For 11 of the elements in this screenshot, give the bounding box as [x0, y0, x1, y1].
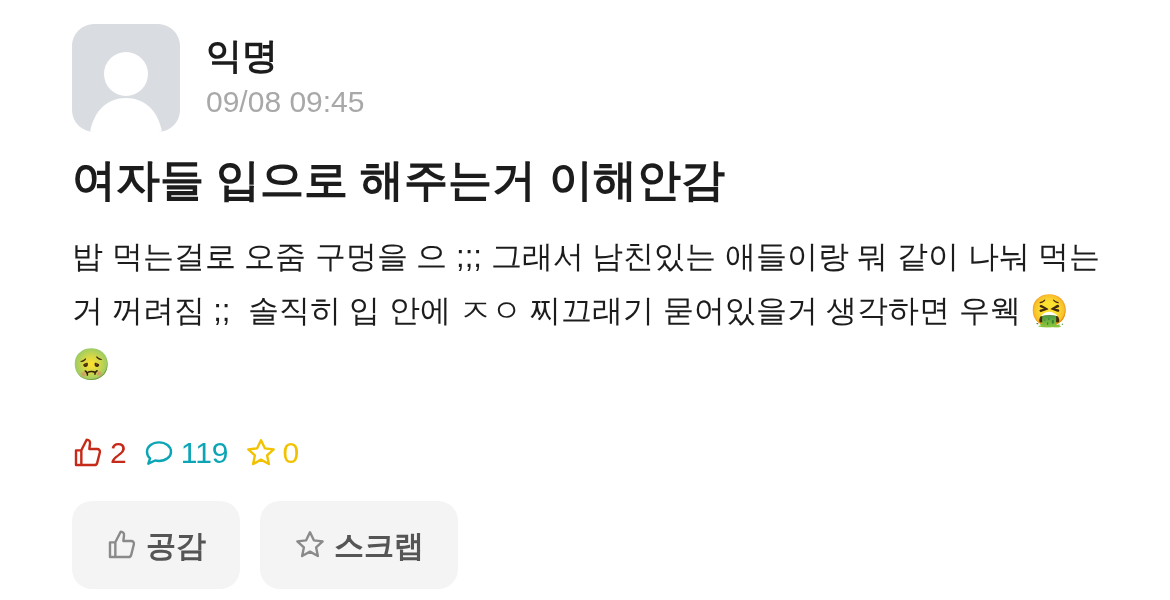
- scrap-count: 0: [282, 435, 300, 471]
- scrap-button[interactable]: 스크랩: [260, 501, 458, 589]
- author-name: 익명: [206, 34, 279, 78]
- post-time: 09/08 09:45: [206, 84, 365, 120]
- post-body: 밥 먹는걸로 오줌 구멍을 으 ;;; 그래서 남친있는 애들이랑 뭐 같이 나눠 먹는거 꺼려짐 ;; 솔직히 입 안에 ㅈㅇ 찌끄래기 묻어있을거 생각하면 우웩 🤮 🤢: [72, 238, 1102, 384]
- comment-count: 119: [180, 435, 229, 471]
- post-title: 여자들 입으로 해주는거 이해안감: [72, 154, 726, 206]
- thumbs-up-icon: [106, 529, 138, 561]
- like-count: 2: [110, 435, 127, 471]
- thumbs-up-icon: [72, 436, 104, 469]
- like-button[interactable]: 공감: [72, 501, 240, 589]
